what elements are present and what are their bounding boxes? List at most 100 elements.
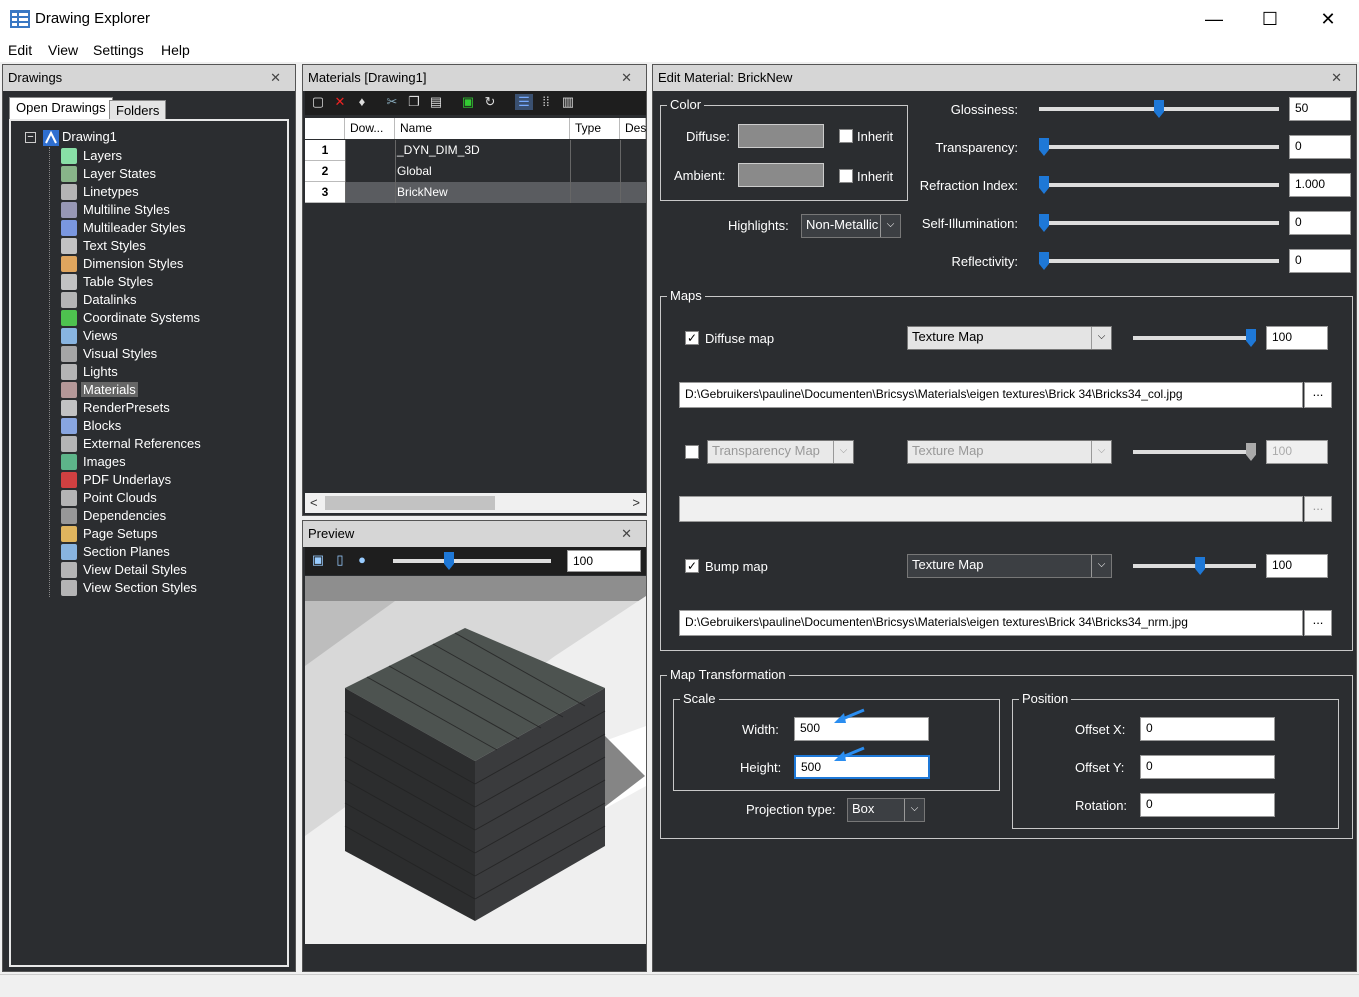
tree-item-section-planes[interactable]: Section Planes: [61, 543, 172, 561]
bump-map-value-input[interactable]: 100: [1266, 554, 1328, 578]
refresh-icon[interactable]: ↻: [481, 94, 499, 110]
projection-type-select[interactable]: Box ⌵: [847, 798, 925, 822]
rotation-input[interactable]: 0: [1140, 793, 1275, 817]
transparency-map-select[interactable]: Transparency Map ⌵: [707, 440, 854, 464]
close-icon[interactable]: ✕: [621, 65, 632, 91]
close-icon[interactable]: ✕: [1331, 65, 1342, 91]
tree-item-lights[interactable]: Lights: [61, 363, 120, 381]
menu-edit[interactable]: Edit: [8, 42, 32, 58]
cut-icon[interactable]: ✂: [383, 94, 401, 110]
tree-item-multiline-styles[interactable]: Multiline Styles: [61, 201, 172, 219]
slider-thumb[interactable]: [1039, 176, 1049, 194]
sphere-preview-icon[interactable]: ●: [353, 552, 371, 568]
tree-item-images[interactable]: Images: [61, 453, 128, 471]
close-icon[interactable]: ✕: [270, 65, 281, 91]
preview-zoom-input[interactable]: 100: [567, 550, 641, 572]
tree-item-page-setups[interactable]: Page Setups: [61, 525, 159, 543]
tree-item-pdf-underlays[interactable]: PDF Underlays: [61, 471, 173, 489]
bump-map-checkbox[interactable]: ✓: [685, 559, 699, 573]
ambient-inherit-checkbox[interactable]: [839, 169, 853, 183]
bump-map-browse-button[interactable]: ...: [1304, 610, 1332, 636]
slider-thumb[interactable]: [1154, 100, 1164, 118]
menu-view[interactable]: View: [48, 42, 78, 58]
column-header-name[interactable]: Name: [395, 118, 570, 139]
bump-map-path-input[interactable]: D:\Gebruikers\pauline\Documenten\Bricsys…: [679, 610, 1303, 636]
slider-thumb[interactable]: [1039, 252, 1049, 270]
tree-item-views[interactable]: Views: [61, 327, 119, 345]
slider-thumb[interactable]: [1039, 138, 1049, 156]
grid-view-icon[interactable]: ⁞⁞: [537, 94, 555, 110]
slider-thumb[interactable]: [1195, 557, 1206, 575]
list-view-icon[interactable]: ☰: [515, 94, 533, 110]
tree-view-icon[interactable]: ▥: [559, 94, 577, 110]
tree-item-view-detail-styles[interactable]: View Detail Styles: [61, 561, 189, 579]
close-icon[interactable]: ✕: [621, 521, 632, 547]
transparency-map-slider[interactable]: [1133, 443, 1256, 461]
refraction-index-slider[interactable]: [1039, 176, 1279, 194]
transparency-map-path-input[interactable]: [679, 496, 1303, 522]
tree-item-point-clouds[interactable]: Point Clouds: [61, 489, 159, 507]
glossiness-slider[interactable]: [1039, 100, 1279, 118]
collapse-icon[interactable]: −: [25, 132, 36, 143]
slider-thumb[interactable]: [1246, 329, 1256, 347]
close-button[interactable]: ✕: [1299, 0, 1357, 40]
bump-map-slider[interactable]: [1133, 557, 1256, 575]
menu-settings[interactable]: Settings: [93, 42, 144, 58]
offset-x-input[interactable]: 0: [1140, 717, 1275, 741]
tree-item-materials[interactable]: Materials: [61, 381, 138, 399]
tree-item-blocks[interactable]: Blocks: [61, 417, 123, 435]
table-row[interactable]: 1 _DYN_DIM_3D: [305, 140, 646, 161]
new-material-icon[interactable]: ▢: [309, 94, 327, 110]
ambient-color-swatch[interactable]: [738, 163, 824, 187]
transparency-map-checkbox[interactable]: [685, 445, 699, 459]
table-row[interactable]: 3 BrickNew: [305, 182, 646, 203]
tab-open-drawings[interactable]: Open Drawings: [9, 97, 113, 121]
tree-item-multileader-styles[interactable]: Multileader Styles: [61, 219, 188, 237]
diffuse-map-browse-button[interactable]: ...: [1304, 382, 1332, 408]
diffuse-map-path-input[interactable]: D:\Gebruikers\pauline\Documenten\Bricsys…: [679, 382, 1303, 408]
tree-item-view-section-styles[interactable]: View Section Styles: [61, 579, 199, 597]
diffuse-map-type-select[interactable]: Texture Map ⌵: [907, 326, 1112, 350]
self-illumination-slider[interactable]: [1039, 214, 1279, 232]
self-illumination-input[interactable]: 0: [1289, 211, 1351, 235]
cylinder-preview-icon[interactable]: ▯: [331, 552, 349, 568]
diffuse-map-value-input[interactable]: 100: [1266, 326, 1328, 350]
column-header-dow[interactable]: Dow...: [345, 118, 395, 139]
tree-root[interactable]: Drawing1: [62, 129, 117, 144]
transparency-map-browse-button[interactable]: ...: [1304, 496, 1332, 522]
horizontal-scrollbar[interactable]: < >: [305, 493, 646, 513]
transparency-map-value-input[interactable]: 100: [1266, 440, 1328, 464]
transparency-map-type-select[interactable]: Texture Map ⌵: [907, 440, 1112, 464]
transparency-input[interactable]: 0: [1289, 135, 1351, 159]
bump-map-type-select[interactable]: Texture Map ⌵: [907, 554, 1112, 578]
maximize-button[interactable]: ☐: [1241, 0, 1299, 40]
reflectivity-input[interactable]: 0: [1289, 249, 1351, 273]
brush-icon[interactable]: ♦: [353, 94, 371, 110]
scrollbar-thumb[interactable]: [325, 496, 495, 510]
slider-thumb[interactable]: [1246, 443, 1256, 461]
refraction-index-input[interactable]: 1.000: [1289, 173, 1351, 197]
tree-item-visual-styles[interactable]: Visual Styles: [61, 345, 159, 363]
tree-item-dependencies[interactable]: Dependencies: [61, 507, 168, 525]
column-header-description[interactable]: Des: [620, 118, 646, 139]
purge-icon[interactable]: ▣: [459, 94, 477, 110]
table-row[interactable]: 2 Global: [305, 161, 646, 182]
tree-item-datalinks[interactable]: Datalinks: [61, 291, 138, 309]
diffuse-map-slider[interactable]: [1133, 329, 1256, 347]
tree-item-linetypes[interactable]: Linetypes: [61, 183, 141, 201]
tree-item-dimension-styles[interactable]: Dimension Styles: [61, 255, 185, 273]
transparency-slider[interactable]: [1039, 138, 1279, 156]
tree-item-layers[interactable]: Layers: [61, 147, 124, 165]
tree-item-table-styles[interactable]: Table Styles: [61, 273, 155, 291]
paste-icon[interactable]: ▤: [427, 94, 445, 110]
cube-preview-icon[interactable]: ▣: [309, 552, 327, 568]
tree-item-coordinate-systems[interactable]: Coordinate Systems: [61, 309, 202, 327]
minimize-button[interactable]: —: [1185, 0, 1243, 40]
slider-thumb[interactable]: [1039, 214, 1049, 232]
reflectivity-slider[interactable]: [1039, 252, 1279, 270]
glossiness-input[interactable]: 50: [1289, 97, 1351, 121]
tree-item-external-references[interactable]: External References: [61, 435, 203, 453]
scroll-left-icon[interactable]: <: [310, 495, 318, 510]
preview-zoom-slider[interactable]: [393, 552, 551, 570]
delete-icon[interactable]: ✕: [331, 94, 349, 110]
